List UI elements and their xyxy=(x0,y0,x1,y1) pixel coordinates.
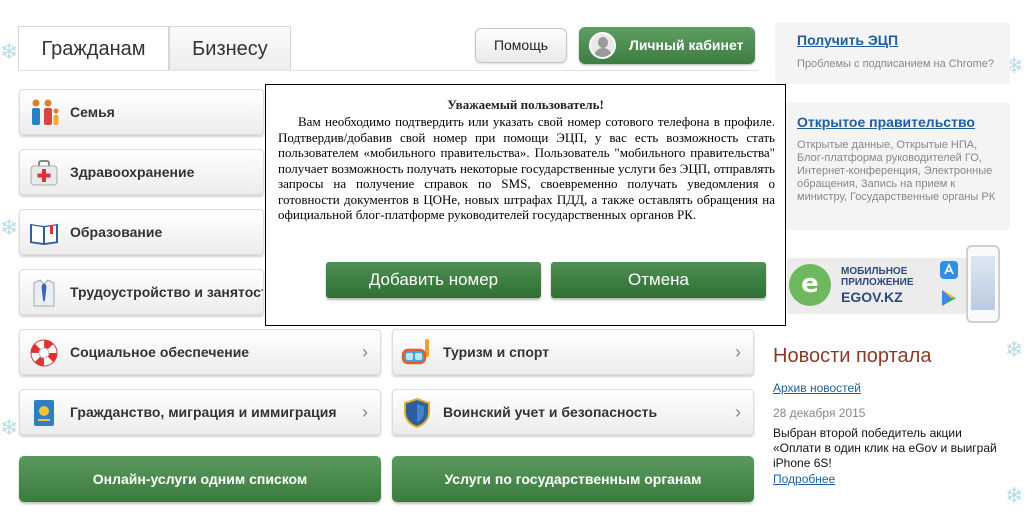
news-date: 28 декабря 2015 xyxy=(773,406,866,420)
ecp-chrome-problems-text[interactable]: Проблемы с подписанием на Chrome? xyxy=(797,58,1007,71)
audience-tabs: Гражданам Бизнесу xyxy=(18,26,291,70)
news-item-text: Выбран второй победитель акции «Оплати в… xyxy=(773,426,997,470)
app-store-icon[interactable] xyxy=(939,260,959,280)
snowflake-icon: ❄ xyxy=(1005,484,1024,509)
mobile-app-banner[interactable]: e МОБИЛЬНОЕ ПРИЛОЖЕНИЕ EGOV.KZ xyxy=(787,258,977,314)
tab-business[interactable]: Бизнесу xyxy=(169,26,291,70)
tab-divider xyxy=(18,70,758,71)
category-healthcare[interactable]: Здравоохранение xyxy=(19,149,264,195)
snowflake-icon: ❄ xyxy=(1005,338,1024,363)
phone-illustration xyxy=(966,245,1000,323)
category-label: Туризм и спорт xyxy=(443,344,550,360)
dialog-message: Вам необходимо подтвердить или указать с… xyxy=(278,114,775,222)
chevron-right-icon: › xyxy=(735,342,741,362)
category-tourism-sport[interactable]: Туризм и спорт › xyxy=(392,329,754,375)
mobile-app-site: EGOV.KZ xyxy=(841,289,903,305)
open-government-link[interactable]: Открытое правительство xyxy=(797,114,975,130)
chevron-right-icon: › xyxy=(735,402,741,422)
category-label: Воинский учет и безопасность xyxy=(443,404,658,420)
dialog-title: Уважаемый пользователь! xyxy=(447,97,604,112)
category-citizenship-migration[interactable]: Гражданство, миграция и иммиграция › xyxy=(19,389,381,435)
category-label: Трудоустройство и занятость xyxy=(70,284,264,300)
category-label: Гражданство, миграция и иммиграция xyxy=(70,404,337,420)
snowflake-icon: ❄ xyxy=(0,40,19,65)
news-more-link[interactable]: Подробнее xyxy=(773,472,835,486)
open-government-box: Открытое правительство Открытые данные, … xyxy=(775,102,1010,230)
get-ecp-link[interactable]: Получить ЭЦП xyxy=(797,32,898,48)
chevron-right-icon: › xyxy=(362,402,368,422)
chevron-right-icon: › xyxy=(362,342,368,362)
tab-citizens[interactable]: Гражданам xyxy=(18,26,169,70)
personal-cabinet-button[interactable]: Личный кабинет xyxy=(579,27,755,64)
diving-mask-icon xyxy=(401,339,429,365)
shirt-tie-icon xyxy=(33,279,55,307)
first-aid-kit-icon xyxy=(30,160,58,186)
personal-cabinet-label: Личный кабинет xyxy=(629,37,744,53)
add-number-button[interactable]: Добавить номер xyxy=(326,262,541,298)
category-label: Образование xyxy=(70,224,163,240)
lifebuoy-icon xyxy=(30,339,58,367)
category-label: Социальное обеспечение xyxy=(70,344,250,360)
cancel-button[interactable]: Отмена xyxy=(551,262,766,298)
passport-icon xyxy=(34,400,54,426)
ecp-box: Получить ЭЦП Проблемы с подписанием на C… xyxy=(775,22,1010,84)
services-by-agency-button[interactable]: Услуги по государственным органам xyxy=(392,456,754,502)
category-social-security[interactable]: Социальное обеспечение › xyxy=(19,329,381,375)
category-label: Семья xyxy=(70,104,115,120)
snowflake-icon: ❄ xyxy=(0,416,19,441)
category-label: Здравоохранение xyxy=(70,164,195,180)
category-family[interactable]: Семья xyxy=(19,89,264,135)
online-services-list-button[interactable]: Онлайн-услуги одним списком xyxy=(19,456,381,502)
user-avatar-icon xyxy=(589,32,616,59)
category-education[interactable]: Образование xyxy=(19,209,264,255)
news-section-title: Новости портала xyxy=(773,345,932,367)
egov-logo-icon: e xyxy=(789,264,831,306)
snowflake-icon: ❄ xyxy=(0,216,19,241)
shield-icon xyxy=(404,397,430,429)
book-icon xyxy=(30,224,58,245)
google-play-icon[interactable] xyxy=(939,288,959,308)
help-button[interactable]: Помощь xyxy=(475,28,567,63)
phone-confirmation-dialog: Уважаемый пользователь! Вам необходимо п… xyxy=(265,84,786,326)
family-icon xyxy=(32,99,59,125)
category-employment[interactable]: Трудоустройство и занятость xyxy=(19,269,264,315)
category-military-security[interactable]: Воинский учет и безопасность › xyxy=(392,389,754,435)
news-archive-link[interactable]: Архив новостей xyxy=(773,381,861,395)
open-government-description: Открытые данные, Открытые НПА, Блог-плат… xyxy=(797,139,996,203)
